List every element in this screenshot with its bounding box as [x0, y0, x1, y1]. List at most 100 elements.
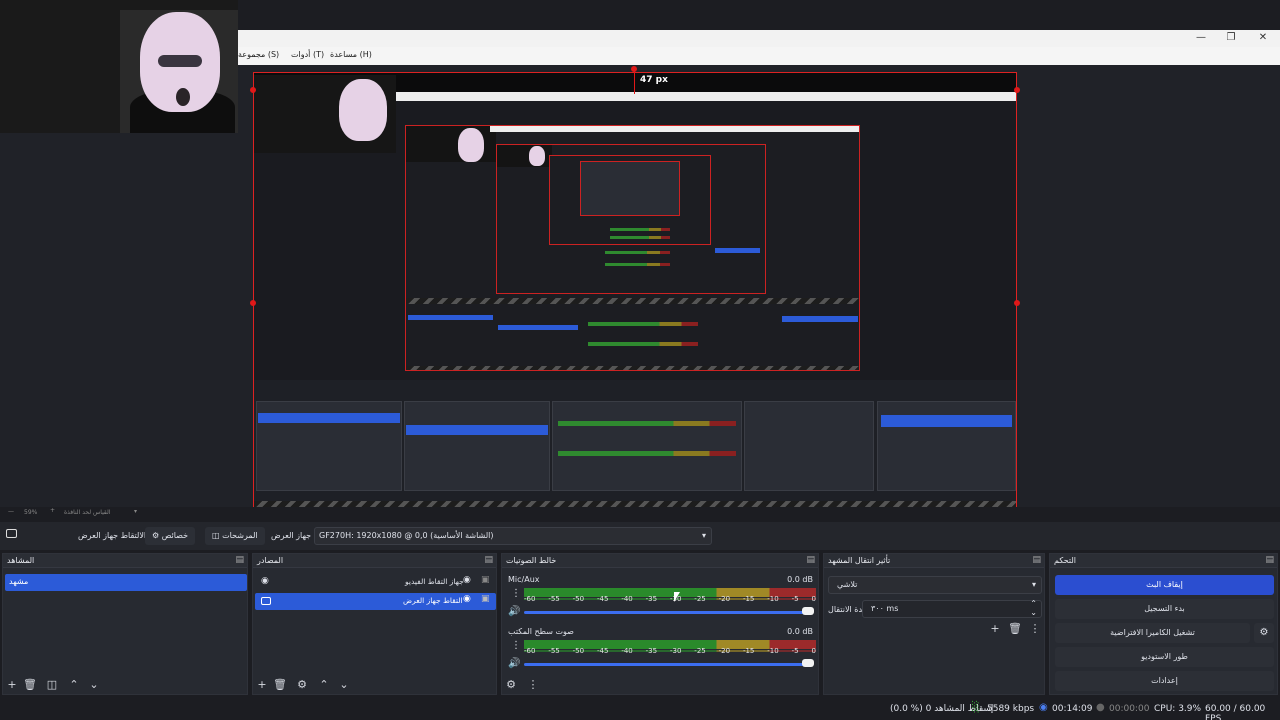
- resize-handle[interactable]: [250, 87, 256, 93]
- volume-slider-knob[interactable]: [802, 659, 814, 667]
- trash-icon[interactable]: 🗑: [273, 678, 287, 691]
- channel-name: Mic/Aux: [508, 575, 540, 584]
- meter-scale: -60 -55 -50 -45 -40 -35 -30 -25 -20 -15 -10 -5 0: [524, 595, 816, 603]
- channel-db: 0.0 dB: [787, 575, 813, 584]
- monitor-icon: [6, 529, 17, 538]
- add-icon[interactable]: +: [988, 622, 1002, 635]
- stop-stream-button[interactable]: إيقاف البث: [1055, 575, 1274, 595]
- lock-icon[interactable]: ▣: [481, 575, 490, 585]
- restore-icon[interactable]: ❐: [1222, 31, 1240, 45]
- menu-help[interactable]: مساعدة (H): [330, 50, 372, 59]
- zoom-out-icon[interactable]: —: [8, 508, 14, 515]
- filters-button[interactable]: ◫ المرشحات: [205, 527, 265, 545]
- menu-scene-collection[interactable]: مجموعة (S): [238, 50, 279, 59]
- chevron-down-icon: ▾: [701, 531, 706, 540]
- nested-preview: [405, 125, 860, 371]
- controls-dock: التحكم ▤ إيقاف البث بدء التسجيل تشغيل ال…: [1049, 553, 1278, 695]
- scene-transitions-dock: تأثير انتقال المشهد ▤ تلاشي ▾ مدة الانتق…: [823, 553, 1045, 695]
- settings-button[interactable]: إعدادات: [1055, 671, 1274, 691]
- channel-name: صوت سطح المكتب: [508, 627, 574, 636]
- properties-button[interactable]: ⚙ خصائص: [145, 527, 196, 545]
- trash-icon[interactable]: 🗑: [1008, 622, 1022, 635]
- dock-menu-icon[interactable]: ▤: [806, 555, 815, 565]
- channel-db: 0.0 dB: [787, 627, 813, 636]
- transitions-title: تأثير انتقال المشهد: [828, 556, 891, 565]
- monitor-icon: [261, 597, 271, 605]
- dock-menu-icon[interactable]: ▤: [235, 555, 244, 565]
- source-item[interactable]: ◉ جهاز التقاط الفيديو ◉ ▣: [255, 574, 496, 591]
- sources-title: المصادر: [257, 556, 284, 565]
- gear-icon: ⚙: [152, 531, 160, 540]
- add-icon[interactable]: +: [255, 678, 269, 691]
- resize-handle[interactable]: [250, 300, 256, 306]
- dock-menu-icon[interactable]: ▤: [1032, 555, 1041, 565]
- virtual-camera-button[interactable]: تشغيل الكاميرا الافتراضية: [1055, 623, 1250, 643]
- bitrate: 5589 kbps: [987, 704, 1035, 714]
- scenes-title: المشاهد: [7, 556, 35, 565]
- fps: 60.00 / 60.00 FPS: [1205, 704, 1266, 720]
- close-icon[interactable]: ✕: [1254, 31, 1272, 45]
- source-item[interactable]: التقاط جهاز العرض ◉ ▣: [255, 593, 496, 610]
- mixer-menu-icon[interactable]: ⋮: [526, 678, 540, 691]
- preview-canvas[interactable]: [253, 72, 1017, 508]
- filter-icon: ◫: [212, 531, 220, 540]
- channel-menu-icon[interactable]: ⋮: [511, 588, 521, 599]
- dock-menu-icon[interactable]: ▤: [484, 555, 493, 565]
- menu-tools[interactable]: أدوات (T): [291, 50, 324, 59]
- filter-icon[interactable]: ◫: [45, 678, 59, 691]
- eye-icon[interactable]: ◉: [463, 594, 471, 604]
- signal-icon: ░: [972, 702, 980, 713]
- record-time: 00:00:00: [1109, 704, 1150, 714]
- zoom-percent: 59%: [24, 509, 38, 516]
- zoom-fit-label[interactable]: القياس لحد النافذة: [64, 509, 110, 516]
- status-bar: (0.0 %) إسقاط المشاهد 0 ░ 5589 kbps ◉ 00…: [0, 698, 1280, 720]
- advanced-audio-icon[interactable]: ⚙: [504, 678, 518, 691]
- studio-mode-button[interactable]: طور الاستوديو: [1055, 647, 1274, 667]
- resize-handle[interactable]: [1014, 87, 1020, 93]
- display-select[interactable]: GF270H: 1920x1080 @ 0,0 (الشاشة الأساسية…: [314, 527, 712, 545]
- move-up-icon[interactable]: ⌃: [317, 678, 331, 691]
- audio-mixer-dock: خالط الصوتيات ▤ Mic/Aux 0.0 dB ⋮ -60 -55-…: [501, 553, 819, 695]
- source-toolbar: جهاز الالتقاط جهاز العرض ⚙ خصائص ◫ المرش…: [0, 522, 1280, 550]
- virtual-camera-settings-button[interactable]: ⚙: [1254, 623, 1274, 643]
- duration-input[interactable]: ٣٠٠ ms ⌃ ⌄: [862, 599, 1042, 618]
- resize-handle[interactable]: [631, 66, 637, 72]
- menu-bar: مجموعة (S) أدوات (T) مساعدة (H): [238, 47, 1280, 65]
- dock-menu-icon[interactable]: ▤: [1265, 555, 1274, 565]
- chevron-down-icon[interactable]: ▾: [134, 508, 137, 515]
- volume-slider[interactable]: [524, 663, 808, 666]
- speaker-icon[interactable]: 🔊: [508, 658, 520, 669]
- zoom-in-icon[interactable]: +: [50, 507, 55, 514]
- measure-line: [634, 70, 635, 94]
- stream-time: 00:14:09: [1052, 704, 1093, 714]
- webcam-feed: [0, 0, 238, 133]
- speaker-icon[interactable]: 🔊: [508, 606, 520, 617]
- display-label: جهاز العرض: [271, 531, 312, 540]
- mouse-cursor: [674, 592, 680, 602]
- transition-menu-icon[interactable]: ⋮: [1028, 622, 1042, 635]
- resize-handle[interactable]: [1014, 300, 1020, 306]
- move-up-icon[interactable]: ⌃: [67, 678, 81, 691]
- transition-select[interactable]: تلاشي ▾: [828, 576, 1042, 594]
- volume-slider[interactable]: [524, 611, 808, 614]
- move-down-icon[interactable]: ⌄: [87, 678, 101, 691]
- add-icon[interactable]: +: [5, 678, 19, 691]
- start-recording-button[interactable]: بدء التسجيل: [1055, 599, 1274, 619]
- minimize-icon[interactable]: —: [1192, 31, 1210, 45]
- camera-icon: ◉: [261, 576, 269, 586]
- record-icon: ●: [1096, 702, 1105, 713]
- chevron-down-icon: ▾: [1031, 580, 1036, 589]
- lock-icon[interactable]: ▣: [481, 594, 490, 604]
- measure-label: 47 px: [640, 75, 668, 85]
- volume-slider-knob[interactable]: [802, 607, 814, 615]
- channel-menu-icon[interactable]: ⋮: [511, 640, 521, 651]
- sources-dock: المصادر ▤ ◉ جهاز التقاط الفيديو ◉ ▣ التق…: [252, 553, 497, 695]
- spinner-icon[interactable]: ⌃ ⌄: [1030, 599, 1037, 617]
- gear-icon[interactable]: ⚙: [295, 678, 309, 691]
- trash-icon[interactable]: 🗑: [23, 678, 37, 691]
- move-down-icon[interactable]: ⌄: [337, 678, 351, 691]
- scene-item[interactable]: مشهد: [5, 574, 247, 591]
- cpu-usage: CPU: 3.9%: [1154, 704, 1202, 714]
- eye-icon[interactable]: ◉: [463, 575, 471, 585]
- obs-window: — ❐ ✕ مجموعة (S) أدوات (T) مساعدة (H) 47…: [0, 0, 1280, 720]
